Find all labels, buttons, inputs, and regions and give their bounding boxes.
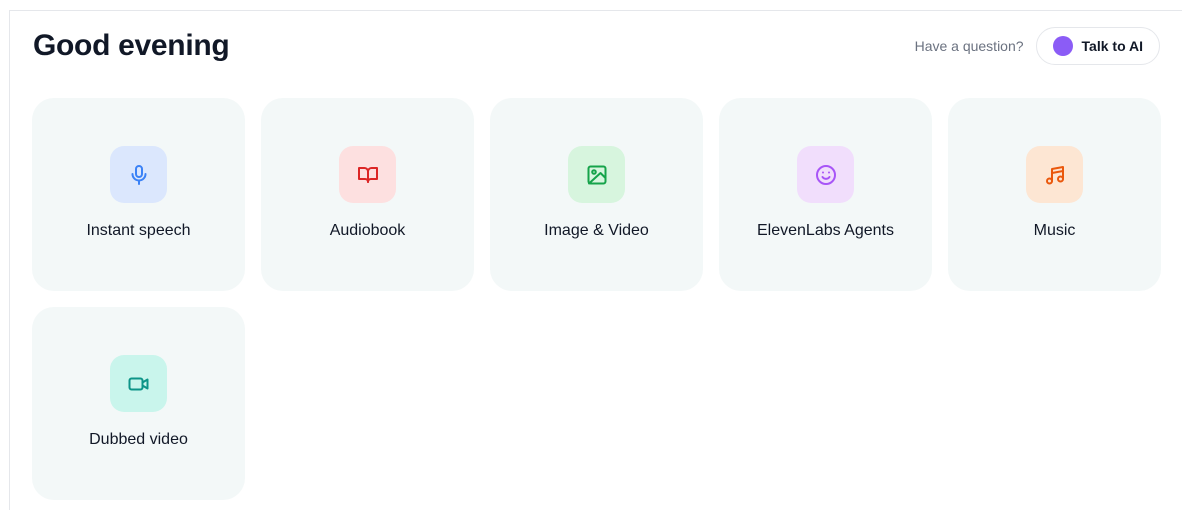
card-instant-speech[interactable]: Instant speech — [32, 98, 245, 291]
video-camera-icon — [128, 377, 148, 390]
card-icon-tile — [797, 146, 854, 203]
talk-to-ai-button[interactable]: Talk to AI — [1035, 27, 1160, 65]
help-area: Have a question? Talk to AI — [915, 27, 1160, 65]
talk-to-ai-label: Talk to AI — [1081, 38, 1143, 54]
card-label: Image & Video — [544, 222, 649, 239]
card-icon-tile — [568, 146, 625, 203]
card-audiobook[interactable]: Audiobook — [261, 98, 474, 291]
card-icon-tile — [339, 146, 396, 203]
card-label: Dubbed video — [89, 431, 188, 448]
music-note-icon — [1045, 165, 1064, 184]
card-label: ElevenLabs Agents — [757, 222, 894, 239]
image-icon — [587, 165, 606, 184]
card-icon-tile — [110, 355, 167, 412]
microphone-icon — [131, 164, 146, 185]
book-open-icon — [357, 166, 378, 183]
page-title: Good evening — [33, 29, 230, 62]
card-icon-tile — [110, 146, 167, 203]
card-elevenlabs-agents[interactable]: ElevenLabs Agents — [719, 98, 932, 291]
card-image-video[interactable]: Image & Video — [490, 98, 703, 291]
quick-actions-grid: Instant speech Audiobook Image & Video E… — [32, 98, 1161, 500]
ai-orb-icon — [1052, 36, 1073, 56]
card-label: Music — [1033, 222, 1076, 239]
card-music[interactable]: Music — [948, 98, 1161, 291]
help-text: Have a question? — [914, 38, 1024, 54]
smile-icon — [815, 164, 836, 185]
card-label: Instant speech — [86, 222, 191, 239]
card-dubbed-video[interactable]: Dubbed video — [32, 307, 245, 500]
card-label: Audiobook — [329, 222, 406, 239]
card-icon-tile — [1026, 146, 1083, 203]
